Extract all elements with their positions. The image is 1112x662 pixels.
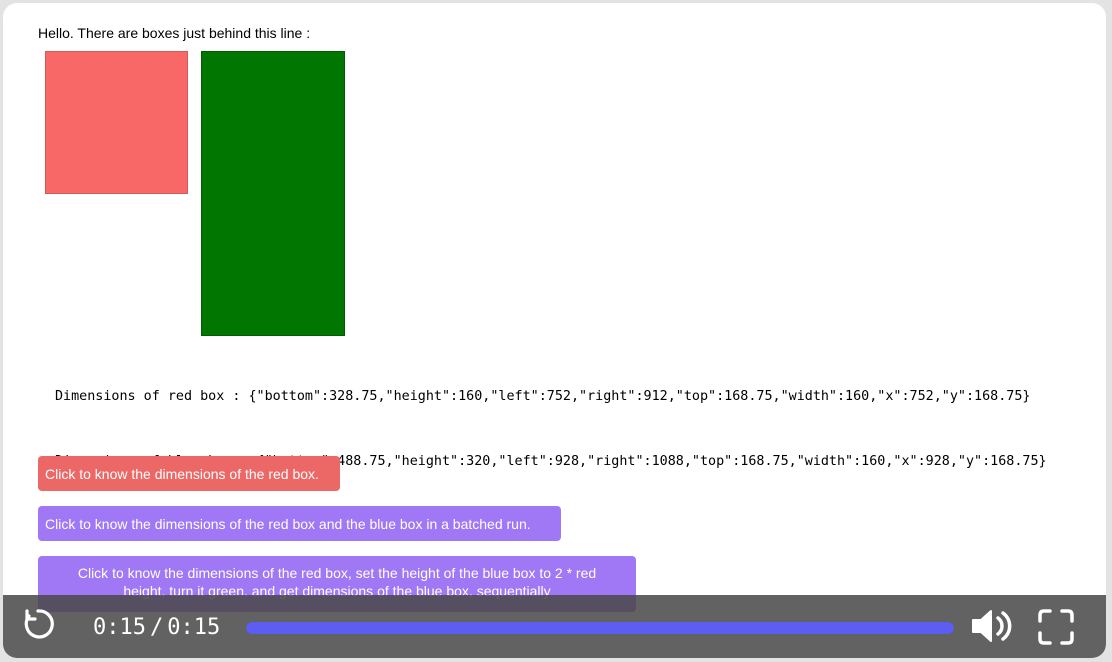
batched-run-button[interactable]: Click to know the dimensions of the red … xyxy=(38,506,561,541)
video-frame: Hello. There are boxes just behind this … xyxy=(3,3,1106,658)
replay-icon[interactable] xyxy=(20,606,56,642)
time-separator: / xyxy=(149,615,164,640)
intro-text: Hello. There are boxes just behind this … xyxy=(38,25,311,41)
duration: 0:15 xyxy=(167,615,221,640)
red-box xyxy=(45,51,188,194)
video-controls: 0:15/0:15 xyxy=(3,595,1106,658)
progress-fill xyxy=(246,622,954,634)
volume-icon[interactable] xyxy=(969,607,1017,645)
red-box-dimensions-button[interactable]: Click to know the dimensions of the red … xyxy=(38,456,340,491)
time-display: 0:15/0:15 xyxy=(93,615,220,640)
second-box xyxy=(201,51,345,336)
console-line-red-box: Dimensions of red box : {"bottom":328.75… xyxy=(55,389,1031,404)
current-time: 0:15 xyxy=(93,615,146,640)
progress-bar[interactable] xyxy=(246,622,954,634)
fullscreen-icon[interactable] xyxy=(1036,607,1076,647)
